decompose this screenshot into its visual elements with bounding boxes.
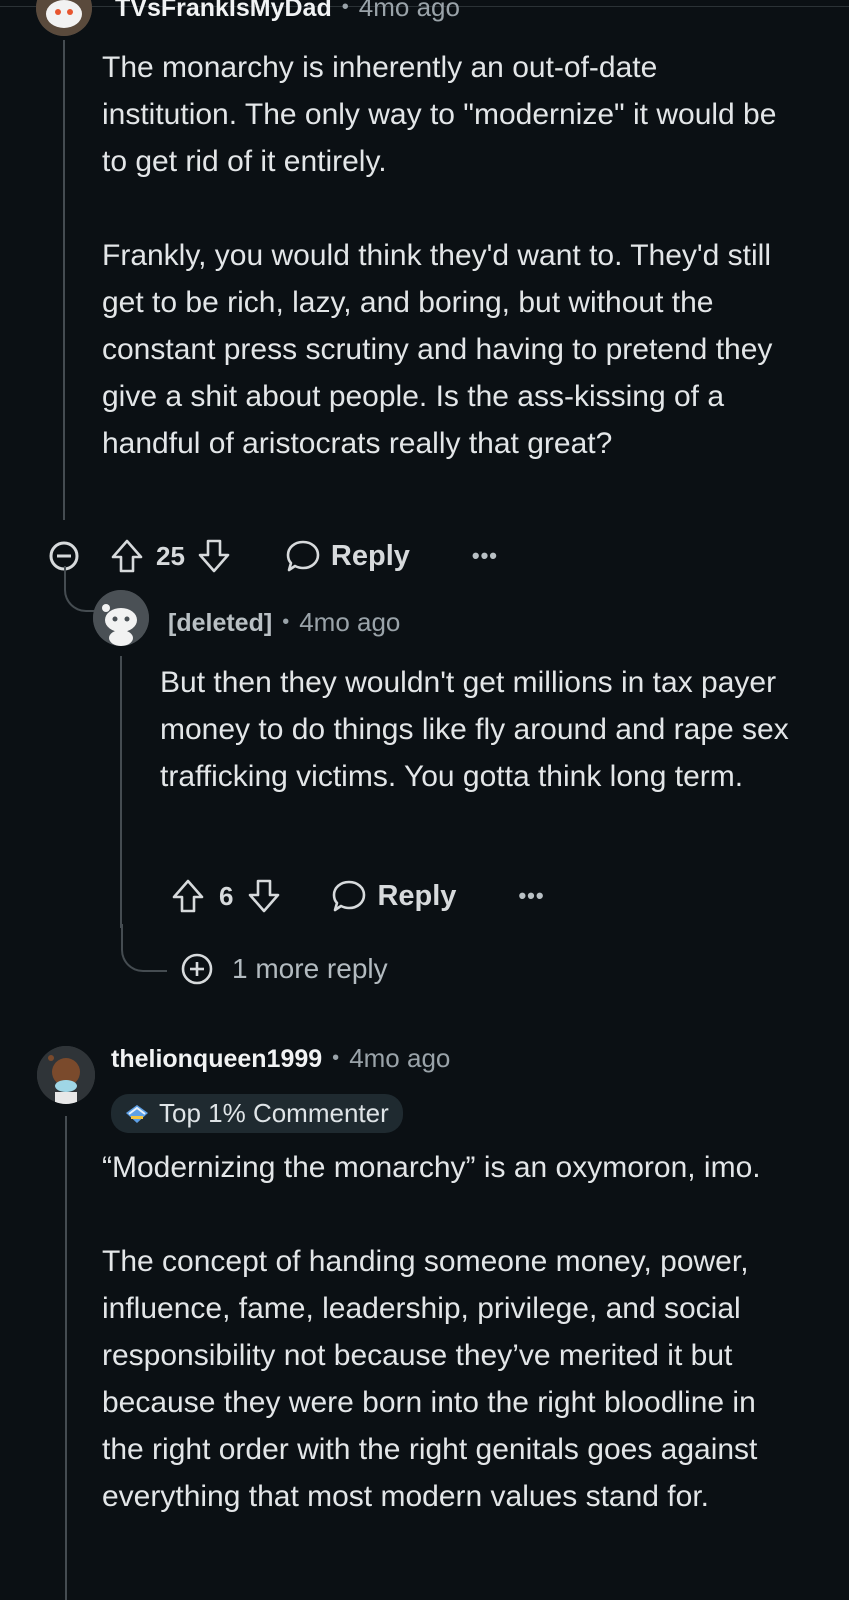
- comment-body: But then they wouldn't get millions in t…: [160, 659, 790, 800]
- plus-circle-icon: [180, 952, 214, 986]
- more-replies-button[interactable]: 1 more reply: [180, 952, 388, 986]
- reply-label: Reply: [377, 879, 457, 912]
- comment-body: The monarchy is inherently an out-of-dat…: [102, 44, 782, 467]
- separator-dot: •: [282, 611, 290, 633]
- user-avatar[interactable]: [37, 1046, 95, 1104]
- comment-header: thelionqueen1999 • 4mo ago: [111, 1043, 450, 1074]
- upvote-arrow-icon[interactable]: [171, 878, 205, 914]
- snoo-avatar-icon: [37, 1046, 95, 1104]
- upvote-arrow-icon[interactable]: [110, 538, 144, 574]
- separator-dot: •: [341, 0, 349, 18]
- thread-line[interactable]: [120, 656, 122, 928]
- deleted-snoo-icon: [93, 590, 149, 646]
- snoo-avatar-icon: [36, 0, 92, 36]
- flair-label: Top 1% Commenter: [159, 1098, 389, 1128]
- reply-label: Reply: [330, 539, 410, 572]
- downvote-arrow-icon[interactable]: [247, 878, 281, 914]
- user-avatar[interactable]: [36, 0, 92, 36]
- username: [deleted]: [168, 609, 273, 637]
- timestamp: 4mo ago: [299, 607, 401, 637]
- comment-actions: 25 Reply •••: [48, 536, 498, 576]
- comment-actions: 6 Reply •••: [171, 876, 545, 916]
- thread-line[interactable]: [63, 40, 65, 520]
- speech-bubble-icon: [331, 879, 367, 913]
- comment-body: “Modernizing the monarchy” is an oxymoro…: [102, 1144, 792, 1520]
- thread-connector: [121, 924, 167, 972]
- comment-paragraph: Frankly, you would think they'd want to.…: [102, 239, 773, 460]
- comment-paragraph: But then they wouldn't get millions in t…: [160, 666, 789, 793]
- comment-paragraph: The concept of handing someone money, po…: [102, 1245, 758, 1513]
- thread-line[interactable]: [65, 1116, 67, 1600]
- comment-paragraph: “Modernizing the monarchy” is an oxymoro…: [102, 1151, 761, 1184]
- speech-bubble-icon: [285, 539, 321, 573]
- vote-count: 25: [156, 540, 185, 571]
- vote-count: 6: [219, 880, 234, 911]
- downvote-arrow-icon[interactable]: [197, 538, 231, 574]
- timestamp: 4mo ago: [358, 0, 460, 22]
- reply-button[interactable]: Reply: [331, 879, 456, 913]
- user-avatar[interactable]: [93, 590, 149, 646]
- comment-paragraph: The monarchy is inherently an out-of-dat…: [102, 51, 777, 178]
- more-replies-label: 1 more reply: [232, 953, 388, 984]
- comment-header: TVsFrankIsMyDad • 4mo ago: [115, 0, 460, 23]
- username[interactable]: thelionqueen1999: [111, 1045, 322, 1073]
- more-options-button[interactable]: •••: [518, 883, 544, 909]
- user-flair: Top 1% Commenter: [111, 1094, 403, 1133]
- reply-button[interactable]: Reply: [285, 539, 410, 573]
- more-options-button[interactable]: •••: [472, 543, 498, 569]
- comment-header: [deleted] • 4mo ago: [168, 607, 400, 638]
- timestamp: 4mo ago: [349, 1043, 451, 1073]
- separator-dot: •: [332, 1047, 340, 1069]
- top-commenter-badge-icon: [123, 1101, 151, 1127]
- username[interactable]: TVsFrankIsMyDad: [115, 0, 332, 22]
